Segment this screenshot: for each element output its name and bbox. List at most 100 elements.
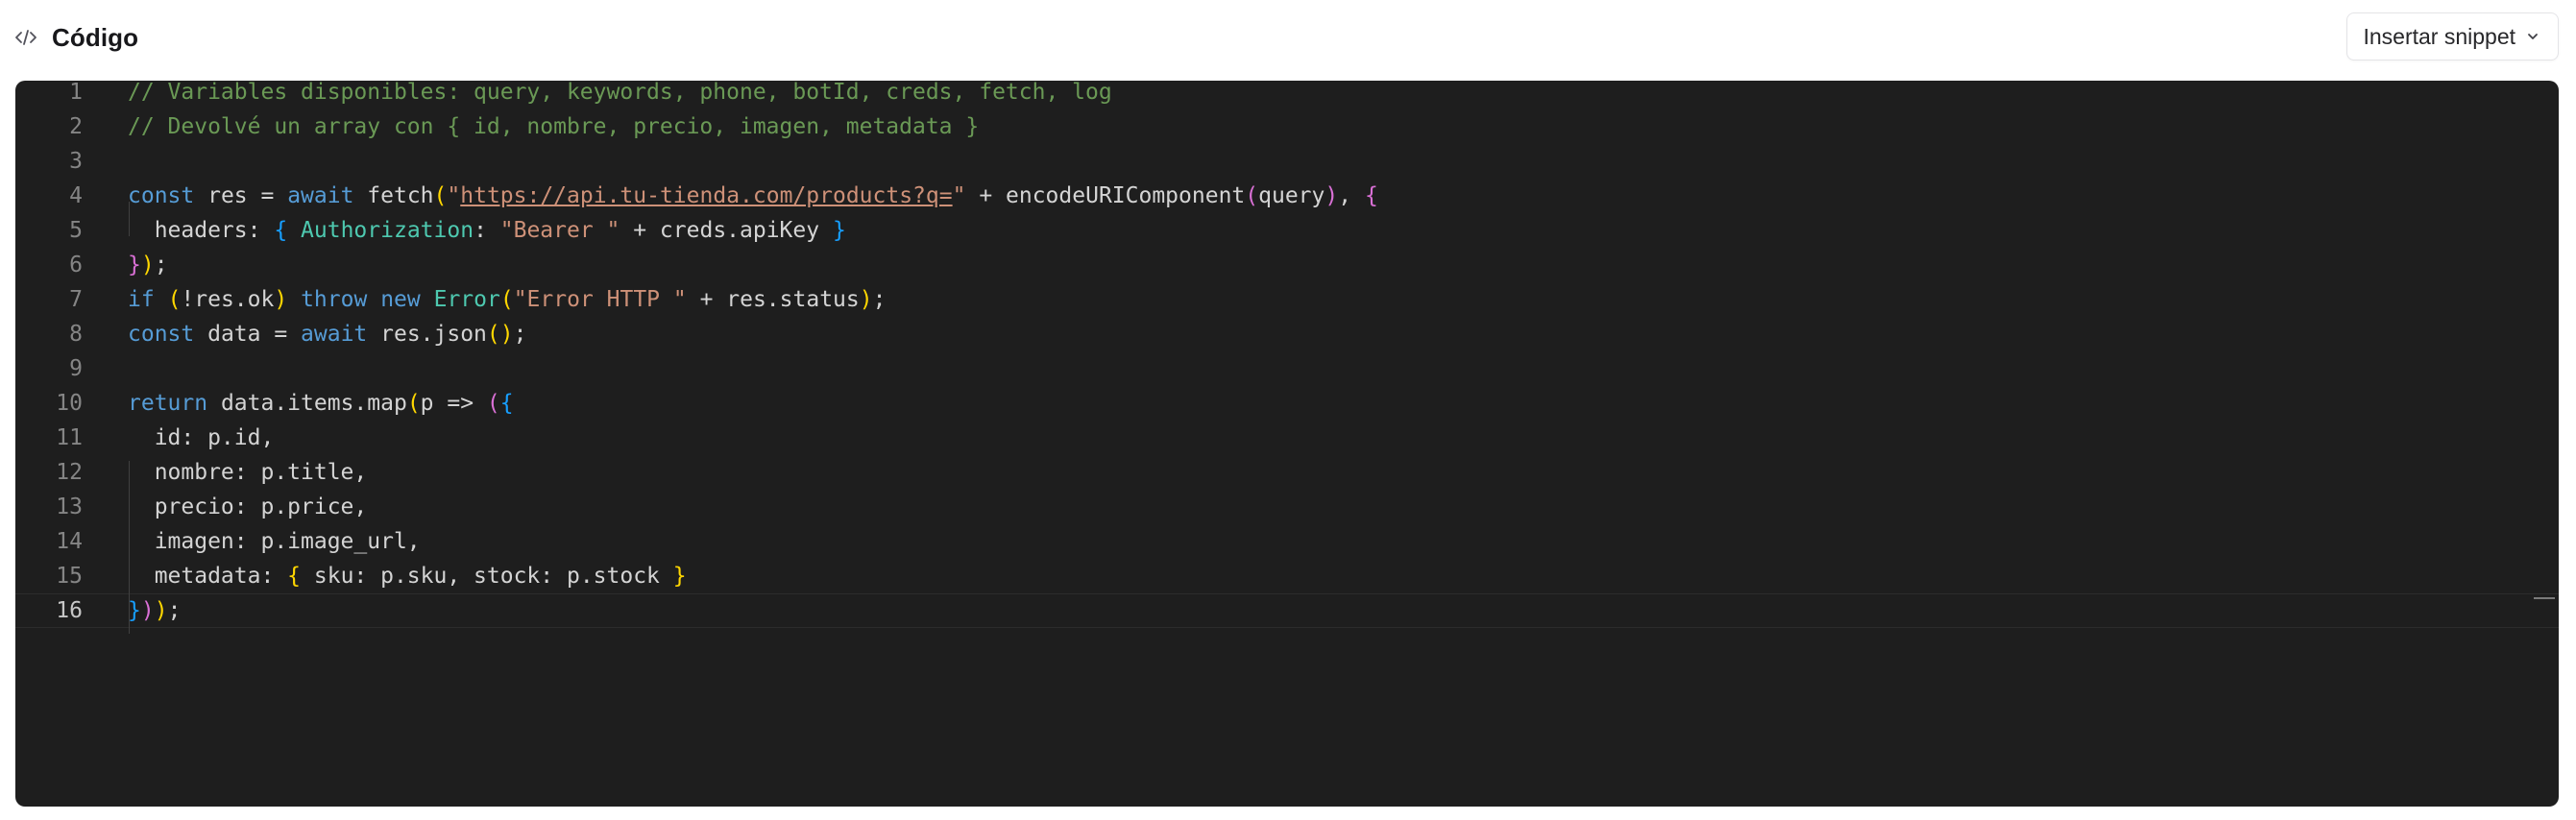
- code-token: ): [140, 598, 155, 623]
- code-token: "Bearer ": [499, 218, 620, 243]
- code-line: 10 return data.items.map(p => ({: [15, 386, 2559, 421]
- code-section-header: Código Insertar snippet: [0, 0, 2576, 75]
- code-token: (: [499, 287, 514, 312]
- code-token: (: [433, 183, 448, 208]
- indent-guide: [129, 202, 130, 236]
- code-token: (: [486, 391, 500, 416]
- code-token: await: [301, 322, 368, 347]
- code-token: }: [128, 253, 141, 277]
- code-token: return: [128, 391, 208, 416]
- code-editor[interactable]: 1 // Variables disponibles: query, keywor…: [15, 81, 2559, 807]
- code-line: 14 imagen: p.image_url,: [15, 524, 2559, 559]
- code-token: data.items.map: [207, 391, 407, 416]
- code-line: 11 id: p.id,: [15, 421, 2559, 455]
- code-line: 3: [15, 144, 2559, 179]
- code-token: {: [499, 391, 514, 416]
- line-source: // Variables disponibles: query, keyword…: [128, 81, 1112, 109]
- code-token: imagen: p.image_url,: [128, 529, 421, 554]
- overview-ruler-cursor: [2534, 597, 2555, 599]
- code-token: + res.status: [686, 287, 860, 312]
- line-number: 7: [69, 287, 83, 312]
- code-token: ): [1324, 183, 1339, 208]
- code-token: {: [274, 218, 288, 243]
- line-number: 3: [69, 149, 83, 174]
- code-line: 4 const res = await fetch("https://api.tu…: [15, 179, 2559, 213]
- line-source: nombre: p.title,: [128, 455, 368, 490]
- code-token: await: [287, 183, 354, 208]
- line-number: 4: [69, 183, 83, 208]
- code-token: ): [154, 598, 168, 623]
- code-token: p =>: [420, 391, 487, 416]
- line-number: 8: [69, 322, 83, 347]
- code-line: 6});: [15, 248, 2559, 282]
- insert-snippet-button[interactable]: Insertar snippet: [2346, 12, 2559, 60]
- code-token: res =: [194, 183, 288, 208]
- code-lines: 1 // Variables disponibles: query, keywor…: [15, 81, 2559, 628]
- code-token: Error: [433, 287, 500, 312]
- code-line: 16}));: [15, 593, 2559, 628]
- line-source: if (!res.ok) throw new Error("Error HTTP…: [128, 282, 886, 317]
- code-token: (: [1245, 183, 1259, 208]
- code-token: ): [274, 287, 288, 312]
- code-token: metadata:: [128, 564, 288, 589]
- line-source: headers: { Authorization: "Bearer " + cr…: [128, 213, 846, 248]
- line-number: 15: [56, 564, 83, 589]
- line-source: return data.items.map(p => ({: [128, 386, 514, 421]
- code-token: throw: [301, 287, 368, 312]
- insert-snippet-label: Insertar snippet: [2363, 23, 2515, 49]
- line-number: 2: [69, 114, 83, 139]
- code-token: headers:: [128, 218, 275, 243]
- code-line: 15 metadata: { sku: p.sku, stock: p.stoc…: [15, 559, 2559, 593]
- code-token: // Devolvé un array con { id, nombre, pr…: [128, 114, 980, 139]
- code-token: ;: [154, 253, 168, 277]
- header-left: Código: [13, 19, 138, 56]
- code-line: 7 if (!res.ok) throw new Error("Error HTT…: [15, 282, 2559, 317]
- code-token: const: [128, 322, 195, 347]
- code-token: ,: [1338, 183, 1365, 208]
- code-line: 12 nombre: p.title,: [15, 455, 2559, 490]
- chevron-down-icon: [2525, 29, 2540, 44]
- code-token: {: [287, 564, 302, 589]
- code-token: ": [952, 183, 966, 208]
- code-token: ;: [513, 322, 527, 347]
- code-line: 8 const data = await res.json();: [15, 317, 2559, 351]
- code-token: // Variables disponibles: query, keyword…: [128, 81, 1112, 105]
- code-token: https://api.tu-tienda.com/products?q=: [460, 183, 953, 208]
- code-token: (): [486, 322, 514, 347]
- code-token: + encodeURIComponent: [965, 183, 1246, 208]
- code-token: fetch: [353, 183, 434, 208]
- line-source: id: p.id,: [128, 421, 275, 455]
- code-token: {: [1364, 183, 1378, 208]
- line-number: 5: [69, 218, 83, 243]
- code-token: query: [1258, 183, 1325, 208]
- line-number: 14: [56, 529, 83, 554]
- code-token: ;: [167, 598, 182, 623]
- code-token: const: [128, 183, 195, 208]
- line-source: }));: [128, 594, 181, 627]
- line-source: });: [128, 248, 168, 282]
- line-source: const data = await res.json();: [128, 317, 526, 351]
- code-token: sku: p.sku, stock: p.stock: [301, 564, 673, 589]
- code-icon: [13, 26, 38, 49]
- code-token: + creds.apiKey: [620, 218, 833, 243]
- code-token: Authorization: [301, 218, 474, 243]
- code-token: if: [128, 287, 155, 312]
- section-title: Código: [52, 22, 139, 52]
- code-token: :: [474, 218, 500, 243]
- code-line: 13 precio: p.price,: [15, 490, 2559, 524]
- code-token: res.json: [367, 322, 487, 347]
- line-source: // Devolvé un array con { id, nombre, pr…: [128, 109, 979, 144]
- code-line: 5 headers: { Authorization: "Bearer " + …: [15, 213, 2559, 248]
- code-line: 9: [15, 351, 2559, 386]
- line-number: 6: [69, 253, 83, 277]
- code-line: 1 // Variables disponibles: query, keywor…: [15, 81, 2559, 109]
- line-number: 11: [56, 425, 83, 450]
- code-token: ": [447, 183, 461, 208]
- code-token: id: p.id,: [128, 425, 275, 450]
- line-source: imagen: p.image_url,: [128, 524, 421, 559]
